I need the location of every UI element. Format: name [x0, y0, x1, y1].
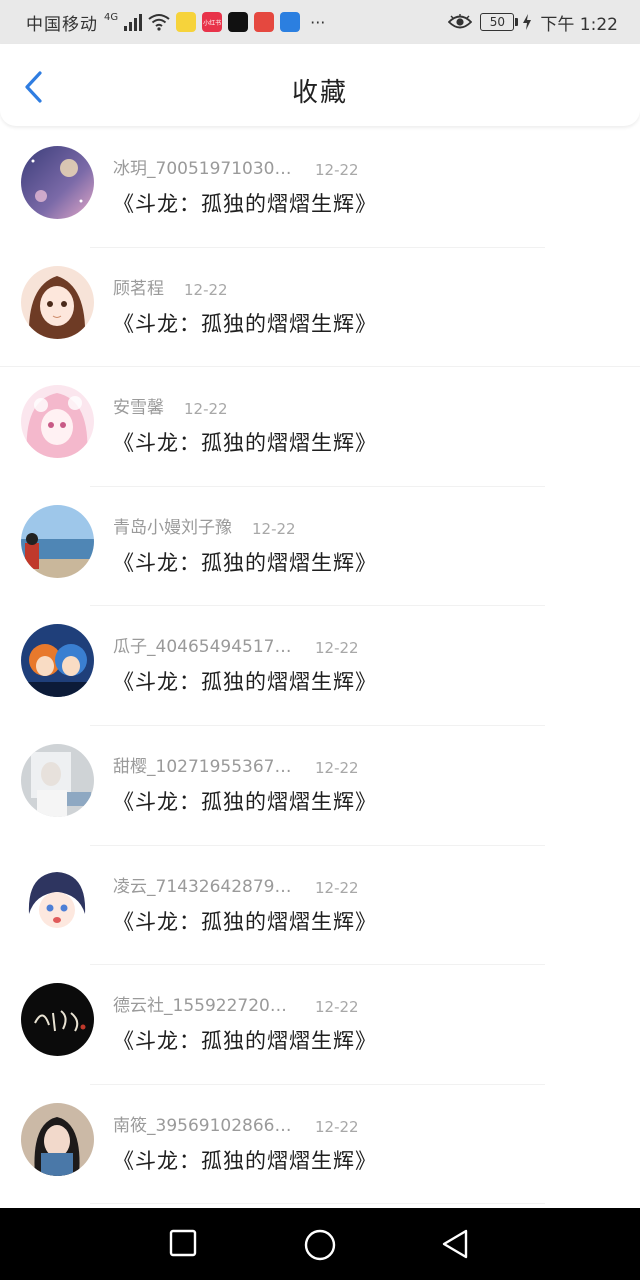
home-button[interactable]: [303, 1228, 337, 1262]
user-name[interactable]: 顾茗程: [113, 274, 164, 299]
back-nav-button[interactable]: [440, 1228, 470, 1260]
item-meta: 安雪馨 12-22: [113, 393, 228, 418]
avatar[interactable]: [21, 385, 94, 459]
avatar[interactable]: [21, 504, 94, 578]
avatar[interactable]: [21, 146, 94, 219]
item-date: 12-22: [315, 758, 359, 777]
user-name[interactable]: 凌云_714326428795…: [113, 872, 295, 897]
item-date: 12-22: [315, 161, 359, 179]
list-item[interactable]: 安雪馨 12-22 《斗龙：孤独的熠熠生辉》: [0, 367, 640, 487]
item-date: 12-22: [315, 639, 359, 658]
avatar[interactable]: [21, 743, 94, 817]
eye-comfort-icon: [448, 14, 473, 29]
clock: 下午 1:22: [540, 14, 618, 35]
item-meta: 冰玥_700519710308… 12-22: [113, 154, 359, 179]
avatar[interactable]: [21, 1102, 94, 1176]
more-notifications-icon: ···: [310, 12, 326, 32]
app-douyin-icon: [228, 12, 249, 32]
item-date: 12-22: [315, 998, 359, 1017]
item-meta: 甜樱_102719553670… 12-22: [113, 752, 359, 777]
list-item[interactable]: 顾茗程 12-22 《斗龙：孤独的熠熠生辉》: [0, 248, 640, 368]
story-title[interactable]: 《斗龙：孤独的熠熠生辉》: [113, 906, 377, 936]
system-navigation-bar: [0, 1208, 640, 1280]
app-icons-group: 小红书: [176, 12, 301, 32]
header-bar: 收藏: [0, 44, 640, 126]
list-item[interactable]: 青岛小嫚刘子豫 12-22 《斗龙：孤独的熠熠生辉》: [0, 487, 640, 607]
charging-bolt-icon: [523, 14, 532, 30]
user-name[interactable]: 德云社_1559227203…: [113, 991, 295, 1016]
page-title: 收藏: [291, 78, 348, 108]
app-xiaohongshu-icon: 小红书: [202, 12, 223, 32]
avatar[interactable]: [21, 863, 94, 937]
wifi-icon: [148, 14, 170, 31]
user-name[interactable]: 甜樱_102719553670…: [113, 752, 295, 777]
list-item[interactable]: 南筱_395691028666… 12-22 《斗龙：孤独的熠熠生辉》: [0, 1085, 640, 1205]
status-bar: 中国移动 4G 小红书 ··· 50 下午 1:22: [0, 0, 640, 44]
signal-icon: [124, 13, 143, 31]
app-pinduoduo-icon: [254, 12, 275, 32]
list-item[interactable]: 甜樱_102719553670… 12-22 《斗龙：孤独的熠熠生辉》: [0, 726, 640, 846]
list-item[interactable]: 冰玥_700519710308… 12-22 《斗龙：孤独的熠熠生辉》: [0, 128, 640, 248]
item-meta: 德云社_1559227203… 12-22: [113, 991, 359, 1016]
user-name[interactable]: 南筱_395691028666…: [113, 1111, 295, 1136]
divider: [90, 1203, 545, 1205]
app-yellow-icon: [176, 12, 197, 32]
item-date: 12-22: [252, 519, 296, 538]
list-item[interactable]: 凌云_714326428795… 12-22 《斗龙：孤独的熠熠生辉》: [0, 846, 640, 966]
avatar[interactable]: [21, 624, 94, 698]
user-name[interactable]: 青岛小嫚刘子豫: [113, 513, 232, 538]
item-meta: 顾茗程 12-22: [113, 274, 228, 299]
user-name[interactable]: 安雪馨: [113, 393, 164, 418]
story-title[interactable]: 《斗龙：孤独的熠熠生辉》: [113, 786, 377, 816]
list-item[interactable]: 德云社_1559227203… 12-22 《斗龙：孤独的熠熠生辉》: [0, 965, 640, 1085]
item-meta: 凌云_714326428795… 12-22: [113, 872, 359, 897]
user-name[interactable]: 冰玥_700519710308…: [113, 154, 295, 179]
story-title[interactable]: 《斗龙：孤独的熠熠生辉》: [113, 188, 377, 218]
battery-icon: 50: [480, 13, 519, 31]
avatar[interactable]: [21, 265, 94, 339]
user-name[interactable]: 瓜子_404654945175…: [113, 632, 295, 657]
item-date: 12-22: [184, 280, 228, 299]
recents-button[interactable]: [168, 1228, 198, 1258]
story-title[interactable]: 《斗龙：孤独的熠熠生辉》: [113, 1145, 377, 1175]
item-meta: 瓜子_404654945175… 12-22: [113, 632, 359, 657]
story-title[interactable]: 《斗龙：孤独的熠熠生辉》: [113, 666, 377, 696]
story-title[interactable]: 《斗龙：孤独的熠熠生辉》: [113, 1025, 377, 1055]
avatar[interactable]: [21, 983, 94, 1057]
status-left: 中国移动 4G 小红书 ···: [26, 10, 326, 35]
list-item[interactable]: 瓜子_404654945175… 12-22 《斗龙：孤独的熠熠生辉》: [0, 606, 640, 726]
story-title[interactable]: 《斗龙：孤独的熠熠生辉》: [113, 427, 377, 457]
app-blue-icon: [280, 12, 301, 32]
item-date: 12-22: [315, 878, 359, 897]
item-date: 12-22: [184, 400, 228, 419]
status-right: 50 下午 1:22: [448, 10, 618, 35]
story-title[interactable]: 《斗龙：孤独的熠熠生辉》: [113, 308, 377, 338]
item-meta: 青岛小嫚刘子豫 12-22: [113, 513, 296, 538]
item-date: 12-22: [315, 1117, 359, 1136]
story-title[interactable]: 《斗龙：孤独的熠熠生辉》: [113, 547, 377, 577]
favorites-list: 冰玥_700519710308… 12-22 《斗龙：孤独的熠熠生辉》 顾茗程 12-…: [0, 128, 640, 1205]
carrier-label: 中国移动: [26, 14, 98, 35]
item-meta: 南筱_395691028666… 12-22: [113, 1111, 359, 1136]
network-label: 4G: [104, 11, 119, 23]
